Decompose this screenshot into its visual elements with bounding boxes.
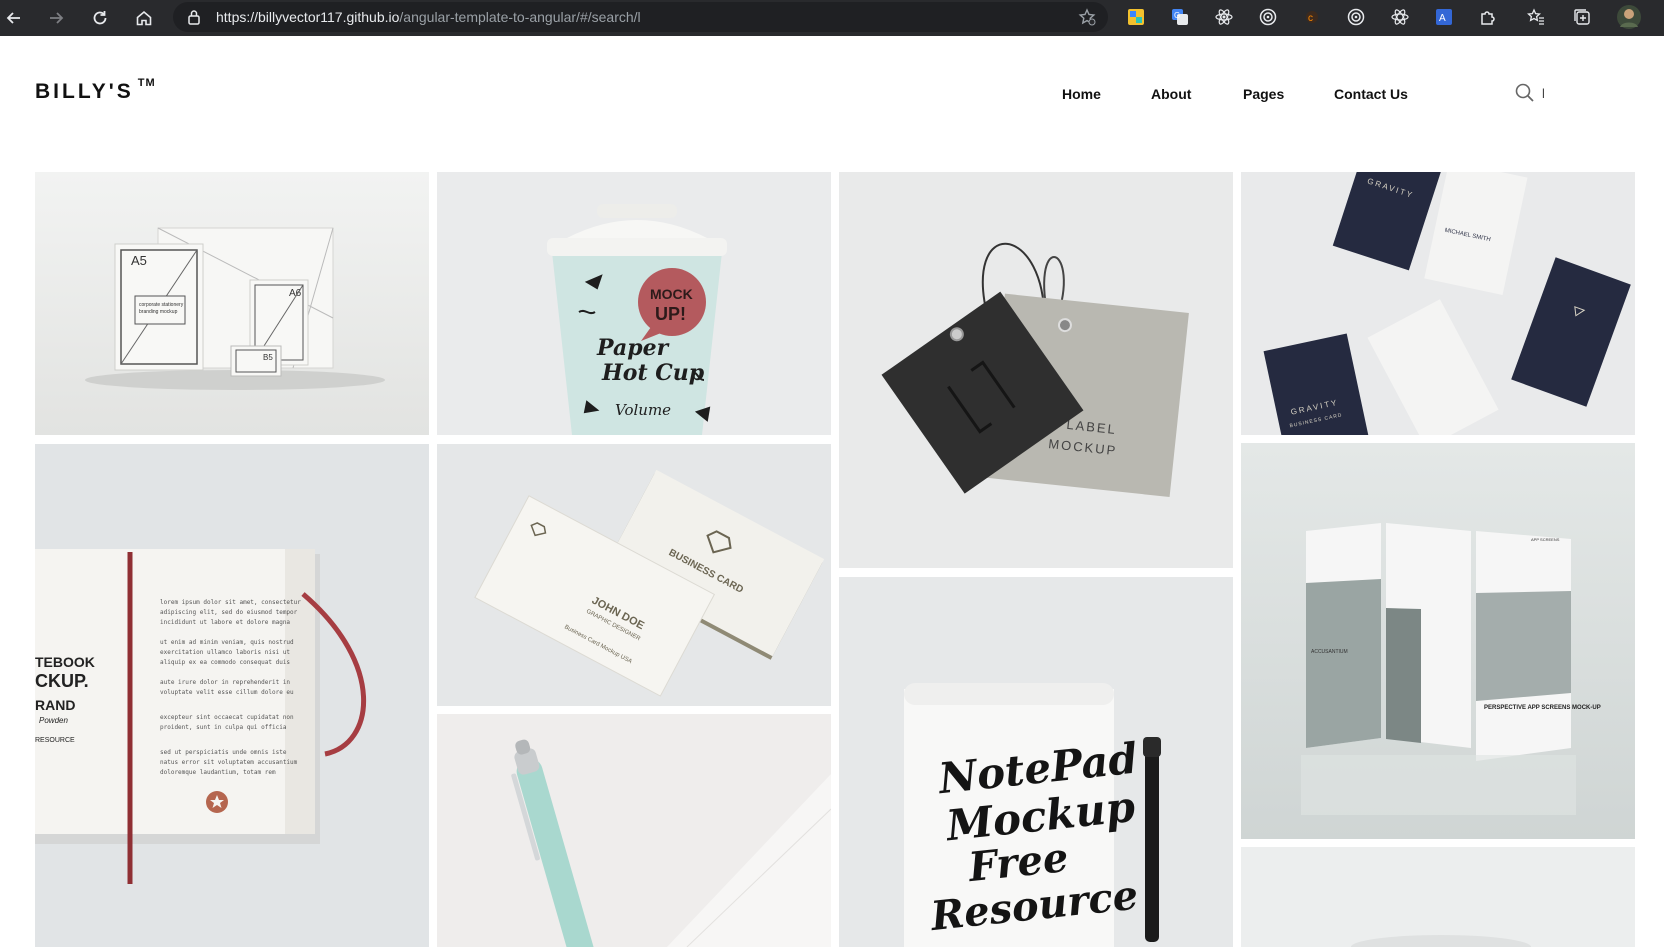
gallery-item-notepad[interactable]: NotePad Mockup Free Resource xyxy=(839,577,1233,947)
svg-text:adipiscing elit, sed do eiusmo: adipiscing elit, sed do eiusmod tempor xyxy=(160,609,298,616)
forward-icon[interactable] xyxy=(44,6,68,30)
cup-text-line1: Paper xyxy=(596,335,670,361)
svg-text:aute irure dolor in reprehende: aute irure dolor in reprehenderit in xyxy=(160,679,290,686)
site-logo[interactable]: BILLY'S TM xyxy=(35,77,156,104)
back-icon[interactable] xyxy=(2,6,26,30)
add-favorite-icon[interactable] xyxy=(1078,8,1096,31)
favorites-icon[interactable] xyxy=(1525,6,1547,28)
gallery-item-business-cards-gravity[interactable]: GRAVITY MICHAEL SMITH GRAVITY BUSINESS C… xyxy=(1241,172,1635,435)
logo-text: BILLY'S xyxy=(35,80,134,103)
svg-text:excepteur sint occaecat cupida: excepteur sint occaecat cupidatat non xyxy=(160,714,294,721)
gallery-item-paper-cup[interactable]: MOCK UP! Paper Hot Cup Volume xyxy=(437,172,831,435)
extensions-puzzle-icon[interactable] xyxy=(1477,6,1499,28)
svg-text:proident, sunt in culpa qui of: proident, sunt in culpa qui officia xyxy=(160,724,287,731)
svg-text:doloremque laudantium, totam r: doloremque laudantium, totam rem xyxy=(160,769,276,776)
stationery-text2: branding mockup xyxy=(139,309,178,315)
svg-text:A: A xyxy=(1439,13,1446,24)
gallery-item-app-screens[interactable]: APP SCREENS ACCUSANTIUM PERSPECTIVE APP … xyxy=(1241,443,1635,839)
search-box xyxy=(1514,82,1574,104)
gallery-item-bottom[interactable] xyxy=(1241,847,1635,947)
stationery-text1: corporate stationery xyxy=(139,302,184,308)
cup-bubble-text2: UP! xyxy=(655,304,686,324)
stationery-a5-label: A5 xyxy=(131,253,147,268)
profile-avatar[interactable] xyxy=(1616,4,1642,30)
cup-text-line2: Hot Cup xyxy=(601,360,705,386)
nav-home[interactable]: Home xyxy=(1062,86,1101,102)
notebook-line2: CKUP. xyxy=(35,671,89,691)
notebook-line4: Powden xyxy=(39,716,68,725)
address-bar[interactable]: https://billyvector117.github.io/angular… xyxy=(173,2,1108,32)
react-devtools-icon[interactable] xyxy=(1213,6,1235,28)
svg-text:c: c xyxy=(1308,13,1313,24)
translate-icon-2[interactable]: A xyxy=(1433,6,1455,28)
svg-text:sed ut perspiciatis unde omnis: sed ut perspiciatis unde omnis iste xyxy=(160,749,287,756)
gallery-item-stationery[interactable]: A5 corporate stationery branding mockup … xyxy=(35,172,429,435)
target-icon[interactable] xyxy=(1257,6,1279,28)
stationery-a6-label: A6 xyxy=(289,288,302,299)
search-input[interactable] xyxy=(1542,84,1572,102)
react-devtools-icon-2[interactable] xyxy=(1389,6,1411,28)
search-icon[interactable] xyxy=(1514,82,1536,109)
url-host: https://billyvector117.github.io xyxy=(216,9,400,25)
app-title-text: PERSPECTIVE APP SCREENS MOCK-UP xyxy=(1484,705,1601,711)
nav-contact-us[interactable]: Contact Us xyxy=(1334,86,1408,102)
svg-text:aliquip ex ea commodo consequa: aliquip ex ea commodo consequat duis xyxy=(160,659,290,666)
app-menu-text: ACCUSANTIUM xyxy=(1311,649,1348,655)
gallery-item-business-card[interactable]: BUSINESS CARD JOHN DOE GRAPHIC DESIGNER … xyxy=(437,444,831,706)
svg-text:incididunt ut labore et dolore: incididunt ut labore et dolore magna xyxy=(160,619,290,626)
reload-icon[interactable] xyxy=(88,6,112,30)
logo-trademark: TM xyxy=(137,77,156,89)
extension-c-icon[interactable]: c xyxy=(1301,6,1323,28)
svg-text:lorem ipsum dolor sit amet, co: lorem ipsum dolor sit amet, consectetur xyxy=(160,599,301,606)
target-icon-2[interactable] xyxy=(1345,6,1367,28)
svg-text:voluptate velit esse cillum do: voluptate velit esse cillum dolore eu xyxy=(160,689,294,696)
nav-pages[interactable]: Pages xyxy=(1243,86,1284,102)
home-icon[interactable] xyxy=(132,6,156,30)
url-text: https://billyvector117.github.io/angular… xyxy=(216,9,641,25)
gallery-item-label[interactable]: LABEL MOCKUP xyxy=(839,172,1233,568)
svg-text:ut enim ad minim veniam, quis: ut enim ad minim veniam, quis nostrud xyxy=(160,639,294,646)
translate-icon[interactable]: G xyxy=(1169,6,1191,28)
notebook-line3: RAND xyxy=(35,697,75,713)
extension-colorful-icon[interactable] xyxy=(1125,6,1147,28)
svg-text:G: G xyxy=(1174,11,1180,20)
app-header-text: APP SCREENS xyxy=(1531,537,1560,542)
cup-text-line3: Volume xyxy=(615,401,671,419)
stationery-b5-label: B5 xyxy=(263,353,273,362)
lock-icon xyxy=(187,9,201,30)
svg-text:natus error sit voluptatem acc: natus error sit voluptatem accusantium xyxy=(160,759,298,766)
nav-about[interactable]: About xyxy=(1151,86,1191,102)
notebook-line5: RESOURCE xyxy=(35,737,75,744)
collections-icon[interactable] xyxy=(1571,6,1593,28)
svg-text:exercitation ullamco laboris n: exercitation ullamco laboris nisi ut xyxy=(160,649,290,656)
gallery-item-notebook[interactable]: lorem ipsum dolor sit amet, consectetur … xyxy=(35,444,429,947)
gallery-item-pen[interactable] xyxy=(437,714,831,947)
cup-bubble-text1: MOCK xyxy=(650,286,693,302)
url-path: /angular-template-to-angular/#/search/l xyxy=(399,9,641,25)
notebook-line1: TEBOOK xyxy=(35,654,95,670)
browser-toolbar: https://billyvector117.github.io/angular… xyxy=(0,0,1664,36)
